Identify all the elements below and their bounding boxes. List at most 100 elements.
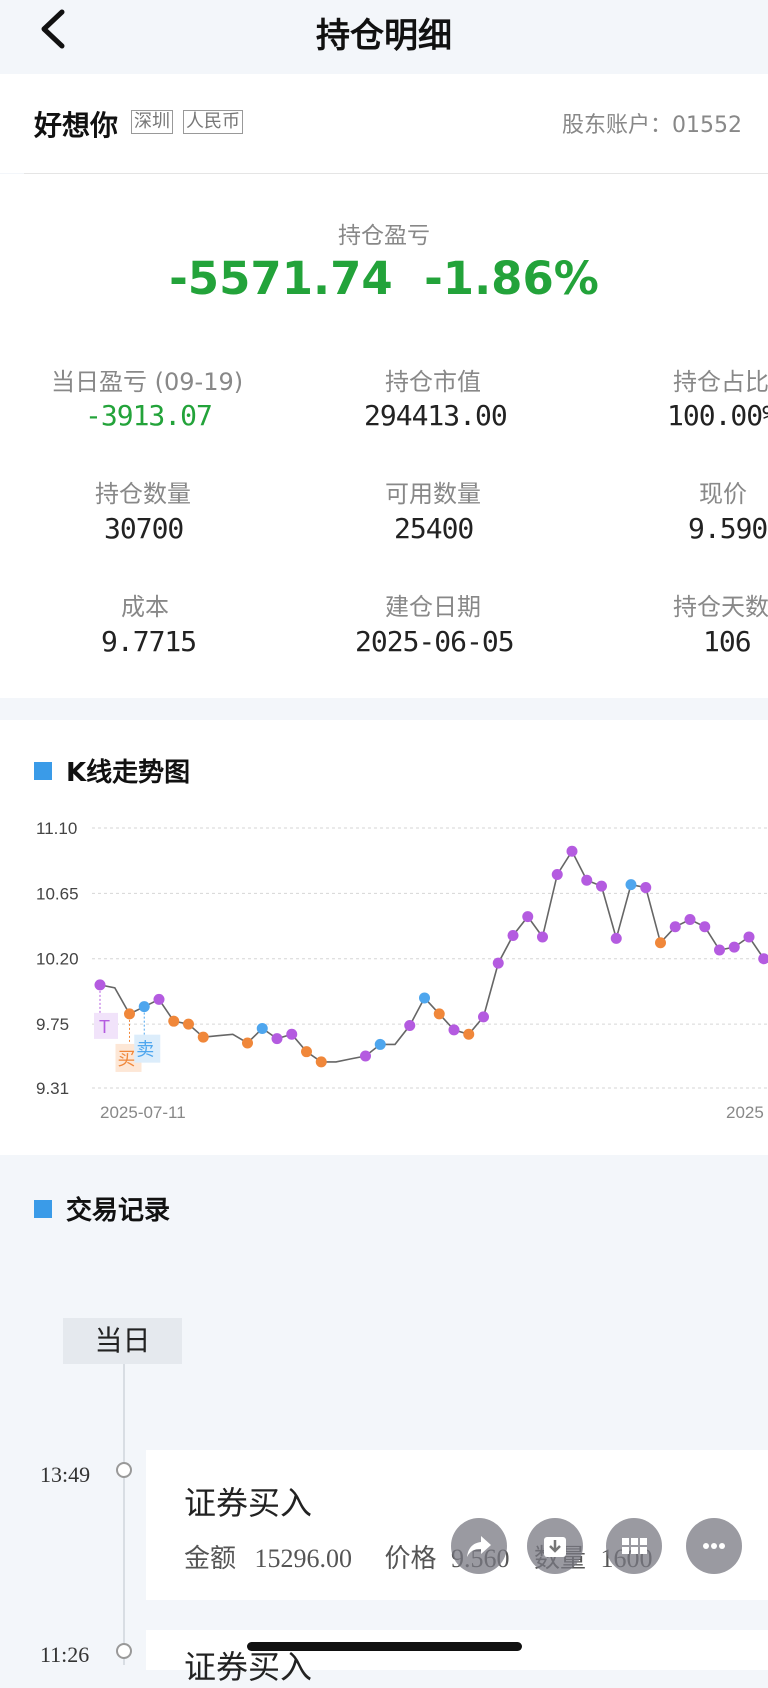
- trade-marker: [699, 921, 711, 933]
- trade-marker: [478, 1011, 489, 1023]
- trade-marker: [507, 929, 519, 941]
- y-tick-label: 9.75: [36, 1015, 69, 1034]
- trade-marker: [714, 944, 725, 956]
- trade-marker: [684, 914, 696, 926]
- y-tick-label: 10.65: [36, 884, 79, 903]
- amount-label: 金额: [184, 1544, 237, 1573]
- marker-badge-label: 买: [118, 1049, 136, 1070]
- trade-record[interactable]: 证券买入 金额 15296.00 价格 9.560 数量 1600: [146, 1450, 768, 1600]
- marker-badge-label: T: [99, 1017, 110, 1037]
- share-icon: [467, 1536, 491, 1557]
- trade-marker: [315, 1056, 327, 1068]
- trade-marker: [271, 1033, 283, 1045]
- x-tick-label: 2025: [726, 1103, 764, 1120]
- holder-account: 股东账户：01552: [562, 107, 742, 139]
- holding-qty-label: 持仓数量: [95, 480, 191, 508]
- trade-marker: [138, 1001, 150, 1013]
- trade-marker: [566, 845, 578, 857]
- timeline-dot: [116, 1462, 132, 1478]
- trade-marker: [94, 979, 106, 991]
- trade-marker: [448, 1024, 460, 1036]
- y-tick-label: 10.20: [36, 950, 79, 969]
- trade-marker: [242, 1037, 253, 1049]
- trade-marker: [168, 1015, 180, 1027]
- amount-value: 15296.00: [254, 1544, 353, 1573]
- trades-section-header: 交易记录: [34, 1190, 170, 1227]
- pl-amount: -5571.74: [169, 252, 393, 305]
- trade-marker: [669, 921, 681, 933]
- kline-chart-card: K线走势图 11.10 10.65 10.20 9.75 9.31 2025-07-11 2…: [0, 720, 768, 1155]
- market-tag: 深圳: [131, 110, 173, 134]
- cost-label: 成本: [121, 593, 169, 621]
- trade-marker: [301, 1046, 312, 1058]
- trade-marker: [551, 868, 563, 880]
- pl-value: -5571.74 -1.86%: [0, 252, 768, 305]
- open-date-value: 2025-06-05: [355, 625, 515, 658]
- holder-account-label: 股东账户：: [562, 113, 673, 138]
- trade-marker: [625, 879, 637, 891]
- market-value-value: 294413.00: [364, 399, 508, 432]
- market-value-label: 持仓市值: [385, 368, 481, 396]
- open-date-label: 建仓日期: [385, 593, 481, 621]
- current-price-value: 9.590: [688, 512, 768, 545]
- price-label: 价格: [384, 1544, 437, 1573]
- daily-pl-value: -3913.07: [85, 399, 213, 432]
- more-icon: [703, 1543, 725, 1549]
- pl-percent: -1.86%: [424, 252, 599, 305]
- trade-marker: [374, 1038, 386, 1050]
- currency-tag: 人民币: [183, 110, 243, 134]
- grid-icon: [622, 1538, 647, 1554]
- pl-label: 持仓盈亏: [338, 223, 430, 249]
- trade-marker: [655, 937, 666, 949]
- grid-button[interactable]: [606, 1518, 662, 1574]
- share-button[interactable]: [451, 1518, 507, 1574]
- day-filter-pill[interactable]: 当日: [63, 1318, 182, 1364]
- trade-marker: [640, 882, 652, 894]
- trade-marker: [183, 1018, 194, 1030]
- trade-type: 证券买入: [184, 1484, 313, 1522]
- download-icon: [544, 1537, 566, 1557]
- trade-marker: [124, 1008, 135, 1020]
- trade-marker: [537, 931, 548, 943]
- position-ratio-value: 100.00%: [667, 399, 768, 432]
- available-qty-value: 25400: [394, 512, 474, 545]
- more-button[interactable]: [686, 1518, 742, 1574]
- section-marker-icon: [34, 1199, 52, 1218]
- trade-marker: [522, 911, 534, 923]
- marker-badge-label: 卖: [136, 1040, 154, 1061]
- trade-marker: [197, 1031, 209, 1043]
- page-title: 持仓明细: [316, 16, 452, 56]
- trade-marker: [256, 1022, 268, 1034]
- timeline-dot: [116, 1643, 132, 1659]
- holding-days-value: 106: [703, 625, 752, 658]
- trade-marker: [404, 1020, 416, 1032]
- daily-pl-label: 当日盈亏 (09-19): [51, 368, 244, 396]
- price-line: [99, 849, 768, 1063]
- x-tick-label: 2025-07-11: [100, 1103, 186, 1120]
- trade-marker: [758, 953, 768, 965]
- trade-marker: [433, 1008, 445, 1020]
- y-tick-label: 11.10: [36, 819, 77, 838]
- trade-marker: [286, 1028, 298, 1040]
- holding-days-label: 持仓天数: [673, 593, 768, 621]
- available-qty-label: 可用数量: [385, 480, 481, 508]
- cost-value: 9.7715: [101, 625, 197, 658]
- trade-marker: [463, 1028, 475, 1040]
- home-indicator: [247, 1642, 522, 1651]
- trade-marker: [728, 941, 740, 953]
- trade-time: 13:49: [40, 1462, 91, 1487]
- account-row: 好想你 深圳 人民币 股东账户：01552: [0, 74, 768, 173]
- timeline: [123, 1364, 125, 1665]
- download-button[interactable]: [527, 1518, 583, 1574]
- current-price-label: 现价: [699, 480, 747, 508]
- position-summary: 持仓盈亏 -5571.74 -1.86% 当日盈亏 (09-19) -3913.…: [0, 174, 768, 698]
- trade-marker: [610, 932, 622, 944]
- position-ratio-label: 持仓占比: [673, 368, 768, 396]
- trade-marker: [419, 992, 430, 1004]
- stock-name: 好想你: [34, 109, 119, 142]
- trade-marker: [596, 880, 607, 892]
- trade-time: 11:26: [40, 1642, 90, 1667]
- holding-qty-value: 30700: [104, 512, 184, 545]
- trade-marker: [360, 1050, 371, 1062]
- kline-chart[interactable]: 11.10 10.65 10.20 9.75 9.31 2025-07-11 2025 T买卖: [0, 720, 768, 1120]
